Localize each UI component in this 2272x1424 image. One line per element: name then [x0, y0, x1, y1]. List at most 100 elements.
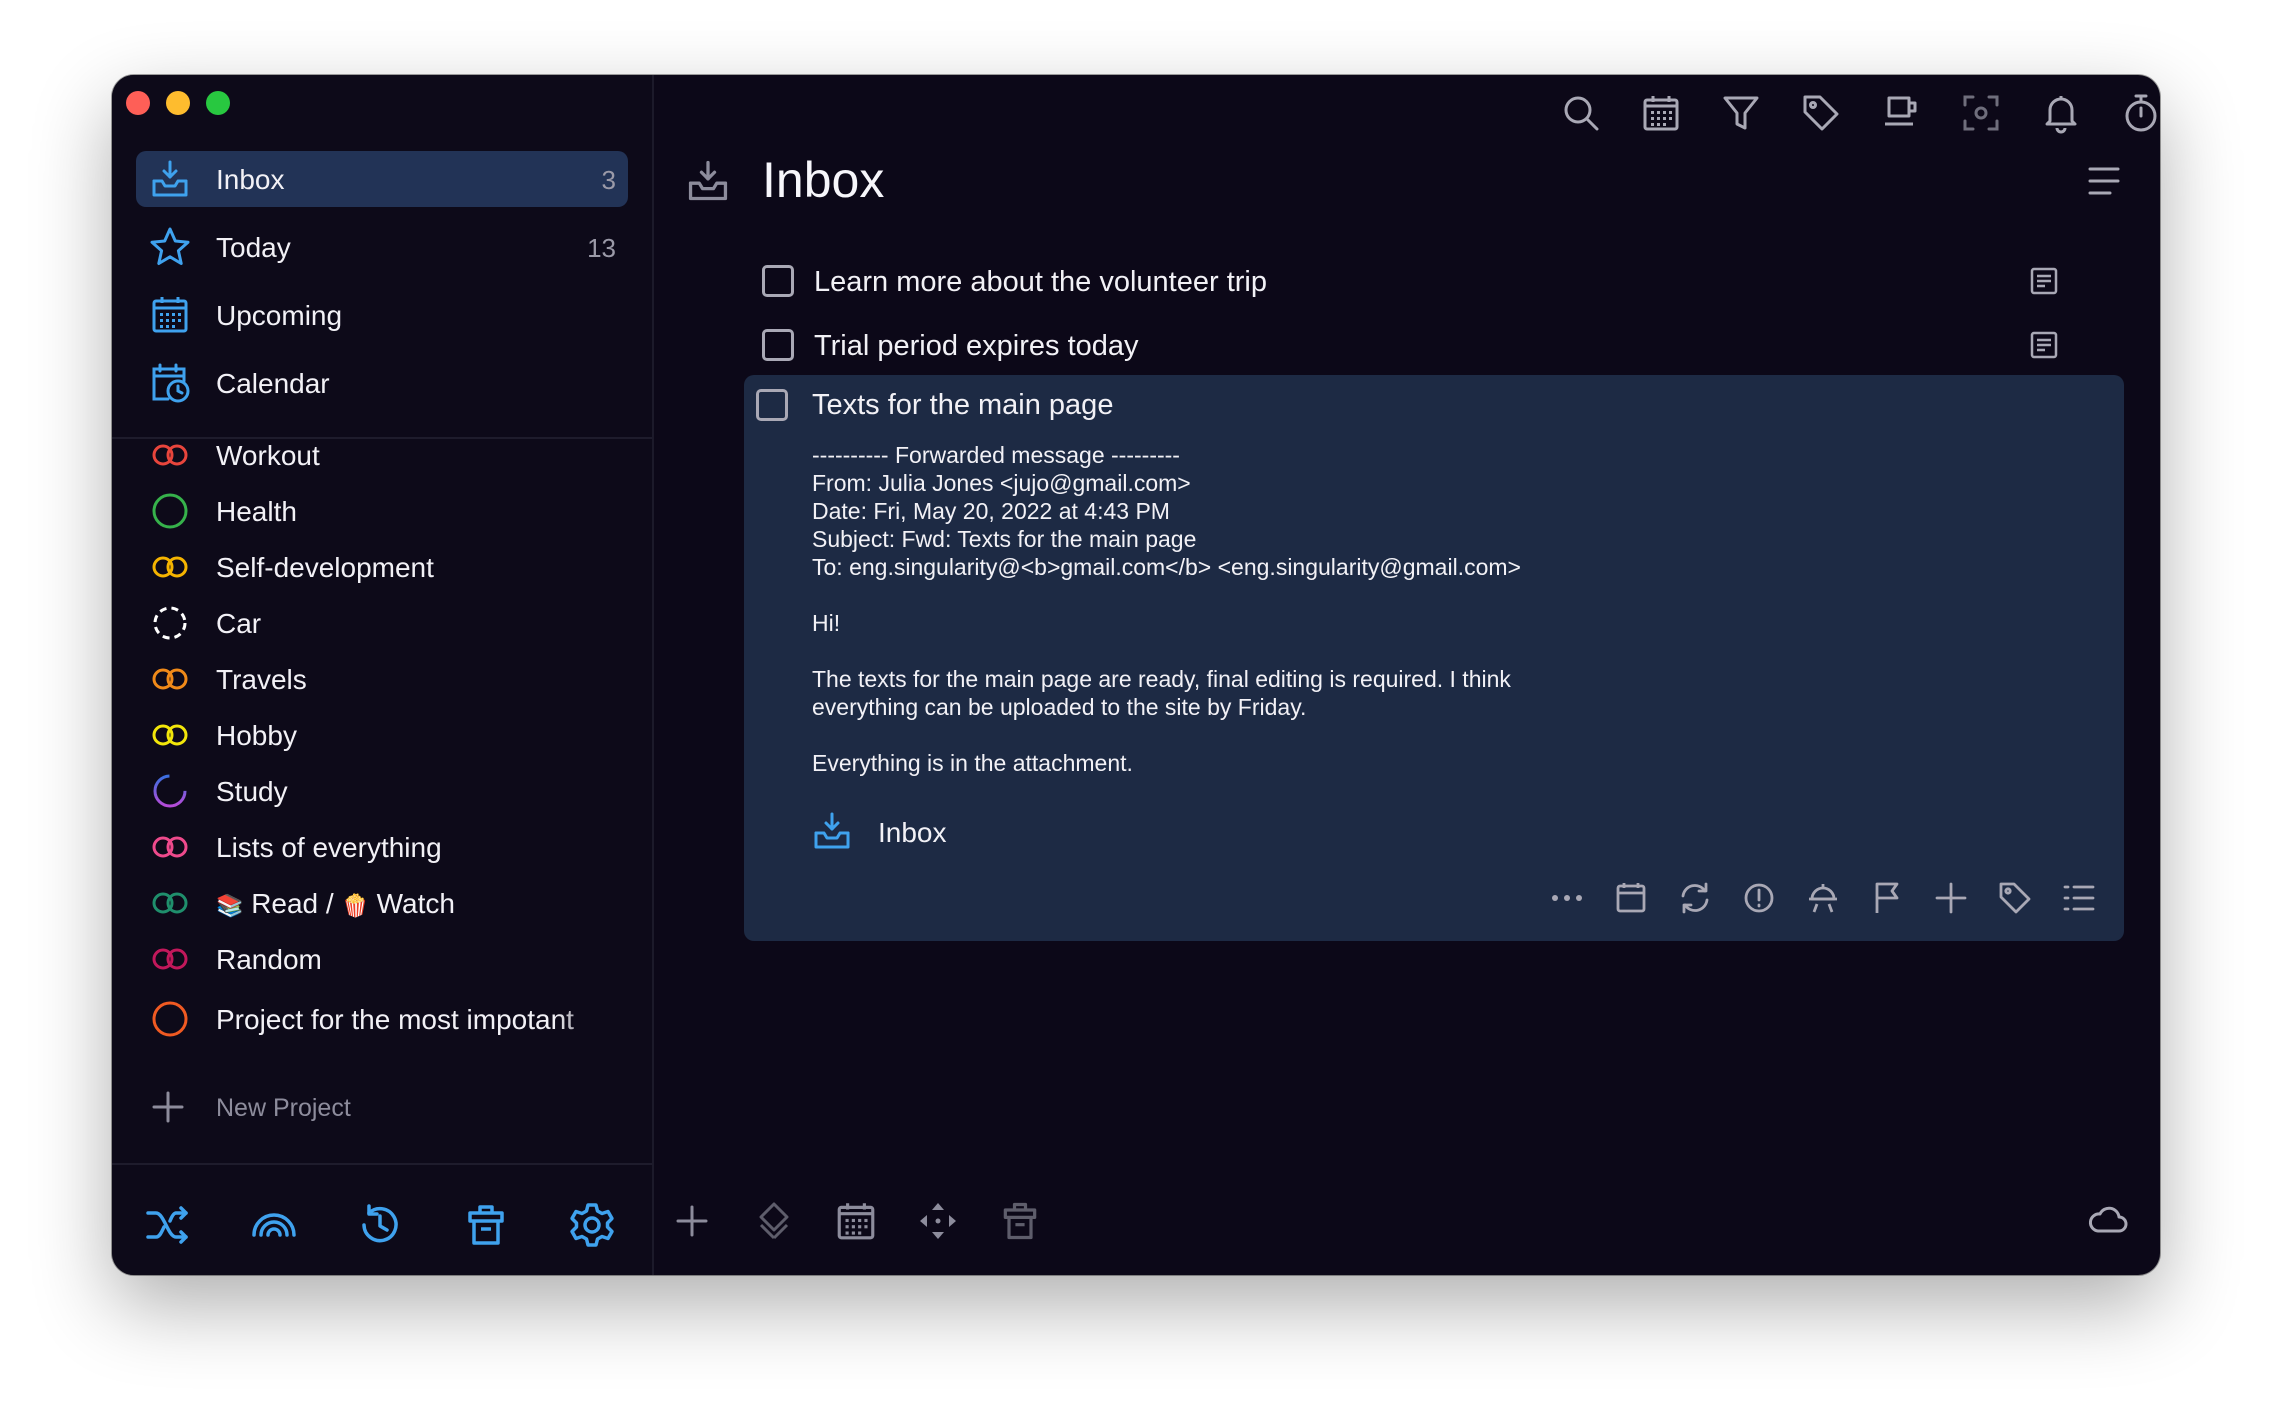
- circle-icon: [148, 1001, 192, 1037]
- sidebar-item-label: Inbox: [216, 164, 285, 195]
- note-icon: [2028, 265, 2060, 297]
- filter-icon[interactable]: [1720, 92, 1762, 134]
- project-car[interactable]: Car: [136, 599, 636, 647]
- project-label: Study: [216, 776, 288, 807]
- calendar-clock-icon: [148, 361, 192, 405]
- bell-icon[interactable]: [2040, 92, 2082, 134]
- project-travels[interactable]: Travels: [136, 655, 636, 703]
- app-window: Inbox 3 Today 13 Upcoming Calendar Worko…: [112, 75, 2160, 1275]
- double-ring-icon: [148, 717, 192, 753]
- search-icon[interactable]: [1560, 92, 1602, 134]
- history-icon[interactable]: [356, 1201, 404, 1249]
- reminder-icon[interactable]: [1804, 879, 1842, 917]
- settings-icon[interactable]: [568, 1201, 616, 1249]
- project-label: Workout: [216, 440, 320, 471]
- note-line: ---------- Forwarded message ---------: [812, 442, 1180, 468]
- task-notes[interactable]: ---------- Forwarded message --------- F…: [812, 441, 2012, 777]
- project-most-important[interactable]: Project for the most impotant: [136, 995, 636, 1043]
- more-icon[interactable]: [1548, 879, 1586, 917]
- task-checkbox[interactable]: [762, 265, 794, 297]
- task-project-chip[interactable]: Inbox: [810, 809, 1110, 853]
- double-ring-icon: [148, 829, 192, 865]
- tag-outline-icon[interactable]: [752, 1199, 796, 1243]
- project-label: Hobby: [216, 720, 297, 751]
- trash-icon[interactable]: [998, 1199, 1042, 1243]
- task-checkbox[interactable]: [756, 389, 788, 421]
- sidebar-item-inbox[interactable]: Inbox 3: [136, 151, 628, 207]
- project-label: Travels: [216, 664, 307, 695]
- project-read-watch[interactable]: 📚 Read / 🍿 Watch: [136, 879, 636, 927]
- project-label: 📚 Read / 🍿 Watch: [216, 888, 616, 920]
- tag-icon[interactable]: [1800, 92, 1842, 134]
- popcorn-emoji: 🍿: [341, 893, 369, 918]
- note-line: From: Julia Jones <jujo@gmail.com>: [812, 470, 1191, 496]
- project-random[interactable]: Random: [136, 935, 636, 983]
- rainbow-icon[interactable]: [250, 1201, 298, 1249]
- add-icon[interactable]: [670, 1199, 714, 1243]
- project-study[interactable]: Study: [136, 767, 636, 815]
- task-row[interactable]: Trial period expires today: [754, 317, 2122, 373]
- task-checkbox[interactable]: [762, 329, 794, 361]
- menu-icon[interactable]: [2084, 161, 2124, 201]
- project-label-part1: Read /: [251, 888, 334, 919]
- task-project-label: Inbox: [878, 817, 947, 848]
- project-hobby[interactable]: Hobby: [136, 711, 636, 759]
- task-title: Trial period expires today: [814, 330, 1139, 362]
- note-line: To: eng.singularity@<b>gmail.com</b> <en…: [812, 554, 1521, 580]
- date-icon[interactable]: [1612, 879, 1650, 917]
- cloud-sync-icon[interactable]: [2086, 1199, 2130, 1243]
- close-window-button[interactable]: [126, 91, 150, 115]
- project-label: Car: [216, 608, 262, 639]
- shuffle-icon[interactable]: [144, 1201, 192, 1249]
- sidebar-divider: [112, 1163, 652, 1165]
- project-workout[interactable]: Workout: [136, 431, 636, 479]
- project-health[interactable]: Health: [136, 487, 636, 535]
- focus-icon[interactable]: [1960, 92, 2002, 134]
- move-icon[interactable]: [916, 1199, 960, 1243]
- project-self-development[interactable]: Self-development: [136, 543, 636, 591]
- note-line: everything can be uploaded to the site b…: [812, 694, 1307, 720]
- note-line: Everything is in the attachment.: [812, 750, 1133, 776]
- calendar-icon[interactable]: [1640, 92, 1682, 134]
- plus-icon: [148, 1087, 188, 1127]
- minimize-window-button[interactable]: [166, 91, 190, 115]
- note-line: [812, 637, 2012, 665]
- double-ring-icon: [148, 941, 192, 977]
- checklist-add-icon[interactable]: [1932, 879, 1970, 917]
- main-panel: Inbox Learn more about the volunteer tri…: [654, 75, 2160, 1275]
- tag-icon[interactable]: [1996, 879, 2034, 917]
- sidebar-item-today[interactable]: Today 13: [136, 219, 628, 275]
- zoom-window-button[interactable]: [206, 91, 230, 115]
- double-ring-icon: [148, 885, 192, 921]
- trash-icon[interactable]: [462, 1201, 510, 1249]
- inbox-icon: [148, 157, 192, 201]
- notes-list-icon[interactable]: [2060, 879, 2098, 917]
- sidebar-item-count: 13: [587, 233, 616, 263]
- double-ring-icon: [148, 661, 192, 697]
- sidebar-item-upcoming[interactable]: Upcoming: [136, 287, 628, 343]
- sidebar-item-label: Today: [216, 232, 291, 263]
- sidebar-item-calendar[interactable]: Calendar: [136, 355, 628, 411]
- new-project-button[interactable]: New Project: [136, 1083, 536, 1131]
- priority-icon[interactable]: [1740, 879, 1778, 917]
- stopwatch-icon[interactable]: [2120, 92, 2160, 134]
- calendar-grid-icon: [148, 293, 192, 337]
- project-label: Health: [216, 496, 297, 527]
- note-line: [812, 581, 2012, 609]
- inbox-icon: [810, 809, 854, 853]
- repeat-icon[interactable]: [1676, 879, 1714, 917]
- project-label: Random: [216, 944, 322, 975]
- task-detail-card[interactable]: Texts for the main page ---------- Forwa…: [744, 375, 2124, 941]
- task-row[interactable]: Learn more about the volunteer trip: [754, 253, 2122, 309]
- task-title[interactable]: Texts for the main page: [812, 389, 1113, 422]
- dashed-circle-icon: [148, 605, 192, 641]
- note-icon: [2028, 329, 2060, 361]
- page-title: Inbox: [762, 152, 885, 208]
- project-lists-of-everything[interactable]: Lists of everything: [136, 823, 636, 871]
- flag-icon[interactable]: [1868, 879, 1906, 917]
- note-line: The texts for the main page are ready, f…: [812, 666, 1511, 692]
- books-emoji: 📚: [216, 893, 244, 918]
- coffee-icon[interactable]: [1880, 92, 1922, 134]
- note-line: Hi!: [812, 610, 841, 636]
- calendar-icon[interactable]: [834, 1199, 878, 1243]
